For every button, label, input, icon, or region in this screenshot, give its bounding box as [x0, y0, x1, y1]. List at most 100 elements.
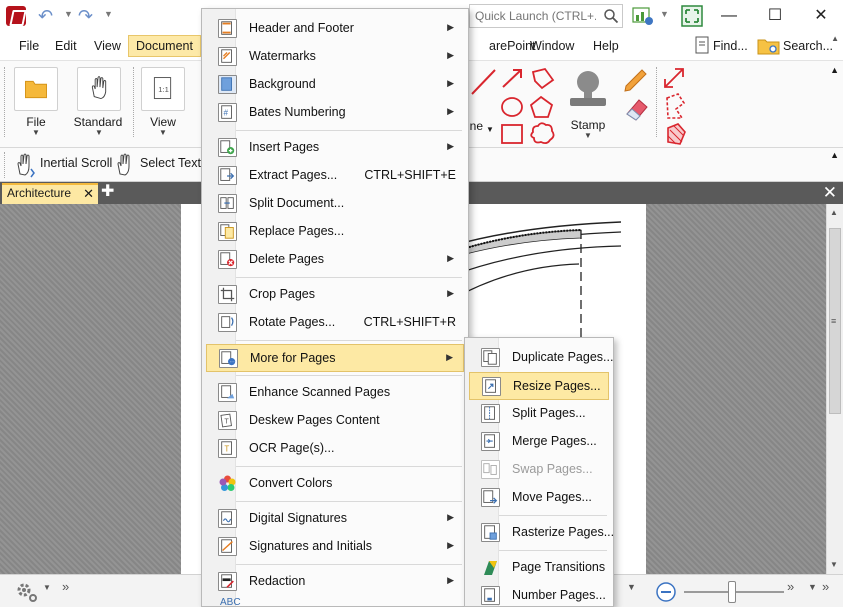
line-tool-icon[interactable] [468, 67, 498, 97]
select-text-button[interactable]: Select Text/ [140, 156, 204, 170]
expand-icon[interactable]: » [787, 579, 794, 594]
menu-item-split-document[interactable]: Split Document... [206, 190, 464, 217]
menu-item-split-pages[interactable]: Split Pages... [469, 400, 609, 427]
shape-tools [501, 67, 555, 145]
undo-icon[interactable]: ↶ [38, 5, 53, 27]
scroll-up-icon[interactable]: ▲ [830, 208, 838, 217]
zoom-out-icon[interactable] [655, 581, 677, 603]
chevron-down-icon[interactable]: ▼ [660, 9, 669, 19]
app-logo-icon[interactable] [6, 6, 26, 26]
toolbar-scroll-up-icon[interactable]: ▲ [830, 150, 839, 160]
gear-icon[interactable] [14, 579, 38, 603]
menu-separator [236, 501, 462, 502]
ocr-icon: T [218, 439, 237, 458]
maximize-button[interactable]: ☐ [752, 0, 798, 32]
stamp-ribbon-button[interactable]: Stamp ▼ [561, 67, 615, 140]
menu-item-duplicate-pages[interactable]: Duplicate Pages... [469, 344, 613, 371]
ribbon-collapse-icon[interactable]: ▲ [831, 34, 839, 43]
redo-icon[interactable]: ↷ [78, 5, 93, 27]
menu-item-spell-check[interactable]: ABC [206, 596, 464, 607]
standard-ribbon-button[interactable]: Standard ▼ [74, 67, 123, 137]
close-window-button[interactable]: ✕ [798, 0, 843, 32]
menu-item-delete-pages[interactable]: Delete Pages ▶ [206, 246, 464, 273]
vertical-scrollbar[interactable]: ▲ ≡ ▼ [826, 204, 843, 574]
menu-item-swap-pages[interactable]: Swap Pages... [469, 456, 609, 483]
menu-item-ocr[interactable]: T OCR Page(s)... [206, 435, 464, 462]
menu-item-number-pages[interactable]: Number Pages... [469, 582, 609, 607]
view-ribbon-button[interactable]: 1:1 View ▼ [139, 67, 187, 137]
menu-item-enhance-scanned[interactable]: Enhance Scanned Pages [206, 379, 464, 406]
measure-tools[interactable] [662, 66, 688, 148]
menu-item-rotate-pages[interactable]: Rotate Pages... CTRL+SHIFT+R [206, 309, 464, 336]
menu-item-label: Replace Pages... [249, 224, 345, 238]
menu-item-page-transitions[interactable]: Page Transitions [469, 554, 609, 581]
menu-separator [236, 340, 462, 341]
tab-architecture[interactable]: Architecture ✕ [2, 183, 98, 204]
menu-item-more-for-pages[interactable]: ··· More for Pages ▶ [206, 344, 464, 372]
ribbon-grip[interactable] [133, 67, 137, 137]
ribbon-scroll-up-icon[interactable]: ▲ [830, 65, 839, 75]
folder-search-icon[interactable] [757, 36, 781, 56]
zoom-slider-thumb[interactable] [728, 581, 736, 603]
menu-item-insert-pages[interactable]: Insert Pages ▶ [206, 134, 464, 161]
expand-icon[interactable]: » [62, 579, 69, 594]
menu-item-rasterize-pages[interactable]: Rasterize Pages... [469, 519, 614, 546]
chevron-down-icon[interactable]: ▼ [43, 583, 51, 592]
find-icon[interactable] [694, 36, 712, 56]
chevron-down-icon[interactable]: ▼ [808, 582, 817, 592]
chevron-down-icon[interactable]: ▼ [486, 125, 494, 134]
menu-edit[interactable]: Edit [48, 35, 84, 57]
submenu-arrow-icon: ▶ [447, 540, 454, 550]
menu-item-deskew[interactable]: T Deskew Pages Content [206, 407, 464, 434]
menu-item-resize-pages[interactable]: Resize Pages... [469, 372, 609, 400]
toolbar-grip[interactable] [4, 152, 8, 178]
page-dropdown-icon[interactable]: ▼ [627, 582, 636, 592]
menu-item-background[interactable]: Background ▶ [206, 71, 464, 98]
menu-view[interactable]: View [87, 35, 128, 57]
pencil-eraser-tools[interactable] [623, 66, 649, 122]
menu-item-label: Resize Pages... [513, 379, 601, 393]
options-icon[interactable] [632, 6, 654, 26]
menu-item-crop-pages[interactable]: Crop Pages ▶ [206, 281, 464, 308]
menu-item-redaction[interactable]: Redaction ▶ [206, 568, 464, 595]
close-icon[interactable]: ✕ [823, 182, 837, 204]
menu-item-signatures-initials[interactable]: Signatures and Initials ▶ [206, 533, 464, 560]
menu-window[interactable]: Window [523, 35, 581, 57]
select-text-icon[interactable] [113, 152, 137, 178]
inertial-scroll-icon[interactable] [13, 152, 37, 178]
search-icon[interactable] [603, 8, 619, 24]
menu-item-convert-colors[interactable]: Convert Colors [206, 470, 464, 497]
menu-item-move-pages[interactable]: Move Pages... [469, 484, 609, 511]
chevron-down-icon[interactable]: ▼ [64, 9, 73, 19]
scroll-down-icon[interactable]: ▼ [830, 560, 838, 569]
menu-item-header-footer[interactable]: Header and Footer ▶ [206, 15, 464, 42]
add-tab-icon[interactable]: ✚ [101, 182, 114, 202]
menu-help[interactable]: Help [586, 35, 626, 57]
expand-icon[interactable]: » [822, 579, 829, 594]
file-ribbon-button[interactable]: File ▼ [12, 67, 60, 137]
find-button[interactable]: Find... [713, 35, 748, 57]
submenu-arrow-icon: ▶ [446, 352, 453, 362]
chevron-down-icon[interactable]: ▼ [104, 9, 113, 19]
ribbon-grip[interactable] [656, 67, 660, 137]
menu-item-merge-pages[interactable]: Merge Pages... [469, 428, 609, 455]
minimize-button[interactable]: — [706, 0, 752, 32]
menu-file[interactable]: File [12, 35, 46, 57]
menu-item-digital-signatures[interactable]: Digital Signatures ▶ [206, 505, 464, 532]
menu-separator [499, 515, 607, 516]
fullscreen-icon[interactable] [681, 5, 703, 27]
menu-item-extract-pages[interactable]: Extract Pages... CTRL+SHIFT+E [206, 162, 464, 189]
page-view-icon: 1:1 [141, 67, 185, 111]
quick-launch-input[interactable] [470, 5, 596, 27]
menu-document[interactable]: Document [128, 35, 201, 57]
close-icon[interactable]: ✕ [83, 185, 94, 202]
menu-item-bates-numbering[interactable]: # Bates Numbering ▶ [206, 99, 464, 126]
svg-text:#: # [223, 109, 228, 118]
svg-text:T: T [224, 445, 229, 454]
menu-item-replace-pages[interactable]: Replace Pages... [206, 218, 464, 245]
ribbon-grip[interactable] [4, 67, 8, 137]
inertial-scroll-button[interactable]: Inertial Scroll [40, 156, 112, 170]
menu-item-watermarks[interactable]: Watermarks ▶ [206, 43, 464, 70]
quick-launch-box[interactable] [469, 4, 623, 28]
search-button[interactable]: Search... [783, 35, 833, 57]
